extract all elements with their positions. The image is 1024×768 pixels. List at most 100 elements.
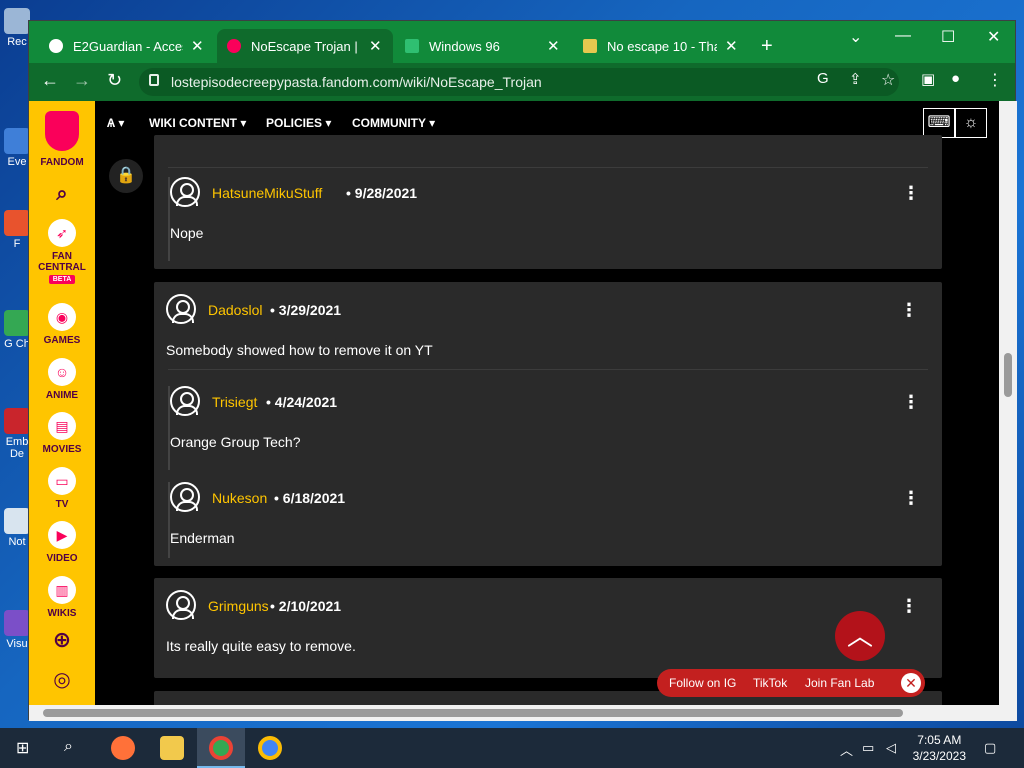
sidebar-item-tv[interactable]: ▭ TV bbox=[29, 467, 95, 510]
taskbar: ⊞ ⌕ ︿ ▭ ◁ 7:05 AM 3/23/2023 ▢ bbox=[0, 728, 1024, 768]
search-icon[interactable]: ⌕ bbox=[29, 183, 95, 206]
tray-chevron-icon[interactable]: ︿ bbox=[840, 740, 853, 759]
tab-windows96[interactable]: Windows 96 ✕ bbox=[395, 29, 571, 63]
forward-icon[interactable]: → bbox=[73, 70, 91, 91]
comment-thread: HatsuneMikuStuff • 9/28/2021 ⋮ Nope bbox=[154, 135, 942, 269]
comment-reply: Nukeson • 6/18/2021 ⋮ Enderman bbox=[168, 482, 928, 558]
side-panel-icon[interactable]: ▣ bbox=[921, 70, 935, 88]
fandom-flame-icon bbox=[45, 111, 79, 151]
close-tab-icon[interactable]: ✕ bbox=[725, 37, 738, 55]
more-options-icon[interactable]: ⋮ bbox=[900, 596, 918, 617]
tab-noescape[interactable]: NoEscape Trojan | Los ✕ bbox=[217, 29, 393, 63]
comment-date: • 6/18/2021 bbox=[274, 490, 346, 506]
wiki-home-icon[interactable]: Ѧ ▾ bbox=[107, 116, 124, 130]
chrome-icon[interactable] bbox=[258, 736, 282, 760]
firefox-icon[interactable] bbox=[111, 736, 135, 760]
google-icon[interactable]: G bbox=[817, 70, 829, 87]
comment-text: Its really quite easy to remove. bbox=[166, 638, 356, 654]
comment-text: Somebody showed how to remove it on YT bbox=[166, 342, 433, 358]
tab-e2guardian[interactable]: E2Guardian - Access D ✕ bbox=[39, 29, 215, 63]
maximize-icon[interactable]: ☐ bbox=[941, 27, 955, 47]
bookmark-star-icon[interactable]: ☆ bbox=[881, 70, 895, 90]
comment-author[interactable]: Grimguns bbox=[208, 598, 269, 614]
notifications-icon[interactable]: ▢ bbox=[984, 740, 996, 756]
comment: Dadoslol • 3/29/2021 ⋮ Somebody showed h… bbox=[166, 294, 926, 374]
discussions-icon[interactable]: ⌨ bbox=[923, 108, 955, 138]
close-tab-icon[interactable]: ✕ bbox=[547, 37, 560, 55]
close-icon[interactable]: ✕ bbox=[901, 673, 921, 693]
more-options-icon[interactable]: ⋮ bbox=[902, 392, 920, 413]
more-options-icon[interactable]: ⋮ bbox=[900, 300, 918, 321]
avatar[interactable] bbox=[166, 590, 196, 620]
sidebar-item-games[interactable]: ◉ GAMES bbox=[29, 303, 95, 346]
minimize-icon[interactable]: — bbox=[895, 27, 911, 45]
clock[interactable]: 7:05 AM 3/23/2023 bbox=[913, 732, 966, 764]
file-explorer-icon[interactable] bbox=[160, 736, 184, 760]
nav-community[interactable]: COMMUNITY ▾ bbox=[352, 116, 435, 130]
close-tab-icon[interactable]: ✕ bbox=[369, 37, 382, 55]
toolbar: ← → ↻ lostepisodecreepypasta.fandom.com/… bbox=[29, 63, 1015, 101]
tab-noescape10[interactable]: No escape 10 - Than ✕ bbox=[573, 29, 749, 63]
scrollbar-thumb[interactable] bbox=[1004, 353, 1012, 397]
scroll-to-top-button[interactable]: ︿ bbox=[835, 611, 885, 661]
sidebar-item-wikis[interactable]: ▥ WIKIS bbox=[29, 576, 95, 619]
nav-wiki-content[interactable]: WIKI CONTENT ▾ bbox=[149, 116, 246, 130]
network-icon[interactable]: ▭ bbox=[862, 740, 874, 756]
new-tab-button[interactable]: + bbox=[761, 35, 773, 58]
tab-strip: E2Guardian - Access D ✕ NoEscape Trojan … bbox=[29, 21, 1015, 63]
avatar[interactable] bbox=[166, 294, 196, 324]
close-tab-icon[interactable]: ✕ bbox=[191, 37, 204, 55]
horizontal-scrollbar[interactable] bbox=[29, 705, 1017, 721]
comment-thread: Dadoslol • 3/29/2021 ⋮ Somebody showed h… bbox=[154, 282, 942, 566]
avatar[interactable] bbox=[170, 482, 200, 512]
avatar[interactable] bbox=[170, 386, 200, 416]
sidebar-item-video[interactable]: ▶ VIDEO bbox=[29, 521, 95, 564]
comment-author[interactable]: Dadoslol bbox=[208, 302, 262, 318]
beta-badge: BETA bbox=[48, 275, 76, 284]
sidebar-item-fan-central[interactable]: ➶ FAN CENTRAL BETA bbox=[29, 219, 95, 284]
address-bar[interactable]: lostepisodecreepypasta.fandom.com/wiki/N… bbox=[139, 68, 899, 96]
comment-author[interactable]: Nukeson bbox=[212, 490, 267, 506]
share-icon[interactable]: ⇪ bbox=[849, 70, 862, 88]
comment: Grimguns • 2/10/2021 ⋮ Its really quite … bbox=[166, 590, 926, 670]
comment-author[interactable]: HatsuneMikuStuff bbox=[212, 185, 322, 201]
windows-start-icon[interactable]: ⊞ bbox=[16, 738, 29, 758]
divider bbox=[168, 167, 928, 168]
theme-toggle-icon[interactable]: ☼ bbox=[955, 108, 987, 138]
comment-author[interactable]: Trisiegt bbox=[212, 394, 257, 410]
site-favicon-icon bbox=[583, 39, 597, 53]
avatar[interactable] bbox=[170, 177, 200, 207]
tab-search-icon[interactable]: ⌄ bbox=[849, 27, 862, 47]
page-viewport: FANDOM ⌕ ➶ FAN CENTRAL BETA ◉ GAMES ☺ AN… bbox=[29, 101, 999, 705]
gamepad-icon: ◉ bbox=[48, 303, 76, 331]
back-icon[interactable]: ← bbox=[41, 70, 59, 91]
close-window-icon[interactable]: ✕ bbox=[987, 27, 1000, 47]
tiktok-link[interactable]: TikTok bbox=[753, 676, 787, 690]
windows96-favicon-icon bbox=[405, 39, 419, 53]
lock-badge-icon[interactable]: 🔒 bbox=[109, 159, 143, 193]
anime-face-icon: ☺ bbox=[48, 358, 76, 386]
fandom-logo[interactable]: FANDOM bbox=[29, 111, 95, 168]
divider bbox=[168, 369, 928, 370]
follow-ig-link[interactable]: Follow on IG bbox=[669, 676, 736, 690]
menu-icon[interactable]: ⋮ bbox=[987, 70, 1003, 90]
lock-icon bbox=[149, 74, 159, 86]
profile-icon[interactable]: ● bbox=[951, 70, 960, 87]
social-bar: Follow on IG TikTok Join Fan Lab ✕ bbox=[657, 669, 925, 697]
nav-policies[interactable]: POLICIES ▾ bbox=[266, 116, 331, 130]
add-icon[interactable]: ⊕ bbox=[29, 627, 95, 653]
more-options-icon[interactable]: ⋮ bbox=[902, 488, 920, 509]
search-icon[interactable]: ⌕ bbox=[64, 738, 73, 756]
sidebar-item-movies[interactable]: ▤ MOVIES bbox=[29, 412, 95, 455]
volume-icon[interactable]: ◁ bbox=[886, 740, 896, 756]
comment-date: • 3/29/2021 bbox=[270, 302, 342, 318]
chrome-icon[interactable] bbox=[209, 736, 233, 760]
vertical-scrollbar[interactable] bbox=[999, 101, 1017, 705]
join-fan-lab-link[interactable]: Join Fan Lab bbox=[805, 676, 874, 690]
sidebar-item-anime[interactable]: ☺ ANIME bbox=[29, 358, 95, 401]
reload-icon[interactable]: ↻ bbox=[107, 70, 122, 91]
user-account-icon[interactable]: ◎ bbox=[29, 667, 95, 692]
comment-date: • 4/24/2021 bbox=[266, 394, 338, 410]
scrollbar-thumb[interactable] bbox=[43, 709, 903, 717]
more-options-icon[interactable]: ⋮ bbox=[902, 183, 920, 204]
